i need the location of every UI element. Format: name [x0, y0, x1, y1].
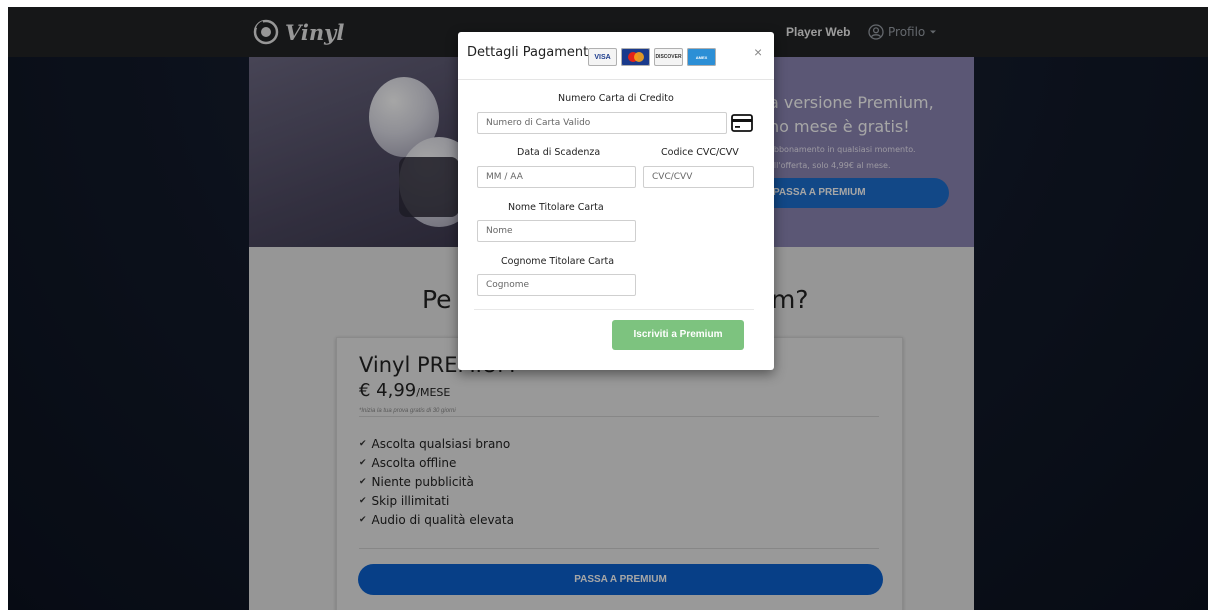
- modal-title: Dettagli Pagamento: [467, 45, 597, 60]
- modal-header-divider: [458, 79, 774, 80]
- last-name-input[interactable]: [477, 274, 636, 296]
- discover-card-icon: DISCOVER: [654, 48, 683, 66]
- amex-card-icon: AMEX: [687, 48, 716, 66]
- modal-footer-divider: [474, 309, 754, 310]
- cvc-input[interactable]: [643, 166, 754, 188]
- expiry-input[interactable]: [477, 166, 636, 188]
- visa-card-icon: VISA: [588, 48, 617, 66]
- subscribe-premium-button[interactable]: Iscriviti a Premium: [612, 320, 744, 350]
- first-name-label: Nome Titolare Carta: [508, 202, 604, 213]
- browser-viewport: Vinyl Player Web Profilo a versione Prem…: [8, 7, 1208, 610]
- close-icon[interactable]: ×: [754, 44, 762, 60]
- payment-modal: Dettagli Pagamento VISA DISCOVER AMEX × …: [458, 32, 774, 370]
- accepted-cards: VISA DISCOVER AMEX: [588, 48, 716, 66]
- mastercard-card-icon: [621, 48, 650, 66]
- card-number-label: Numero Carta di Credito: [558, 93, 674, 104]
- cvc-label: Codice CVC/CVV: [661, 147, 739, 158]
- card-number-input[interactable]: [477, 112, 727, 134]
- first-name-input[interactable]: [477, 220, 636, 242]
- last-name-label: Cognome Titolare Carta: [501, 256, 615, 267]
- credit-card-icon: [731, 114, 753, 132]
- expiry-label: Data di Scadenza: [517, 147, 601, 158]
